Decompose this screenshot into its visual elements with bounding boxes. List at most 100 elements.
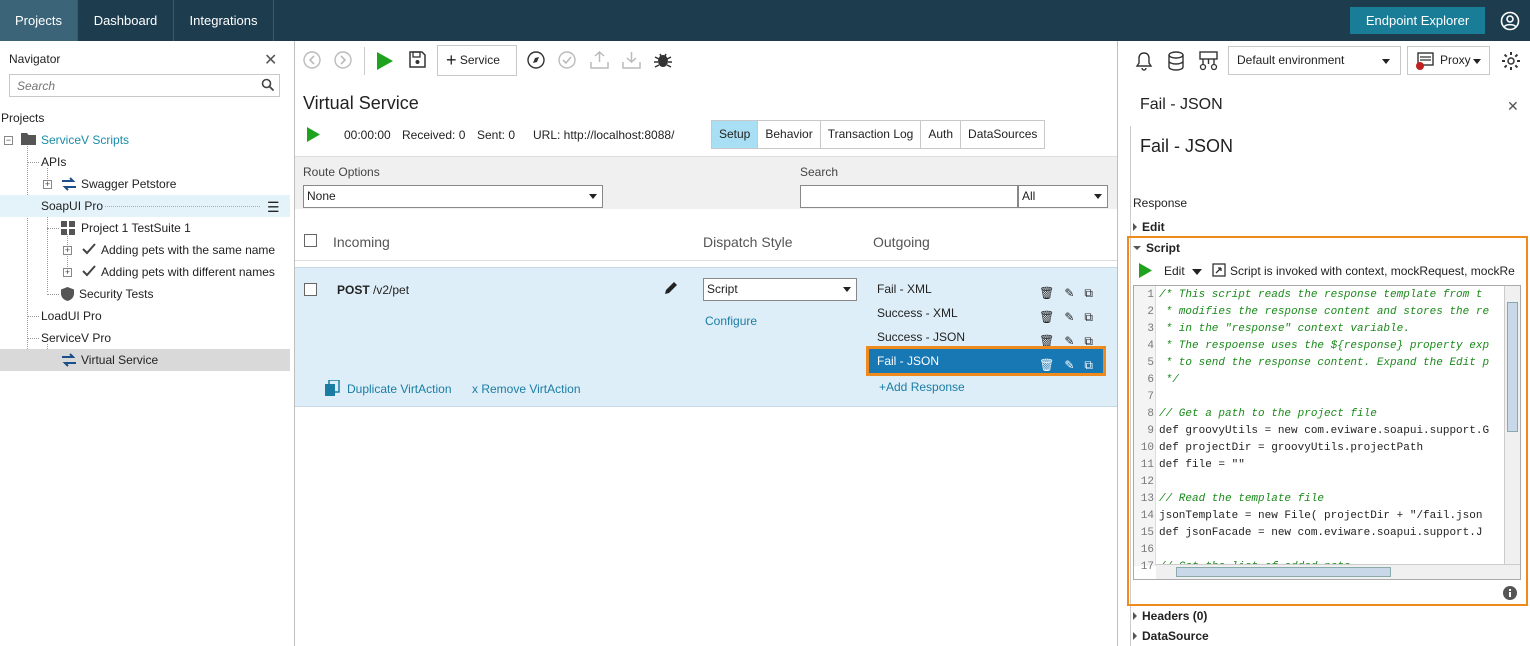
sent-count: Sent: 0 xyxy=(477,128,516,142)
info-icon[interactable] xyxy=(1503,586,1517,600)
horizontal-scrollbar[interactable] xyxy=(1156,564,1520,579)
search-input[interactable] xyxy=(10,75,240,96)
datasource-section-label: DataSource xyxy=(1142,629,1209,643)
close-icon[interactable]: ✕ xyxy=(1507,98,1519,115)
chevron-right-icon xyxy=(1133,632,1137,640)
download-icon[interactable] xyxy=(622,51,641,69)
select-all-checkbox[interactable] xyxy=(304,234,317,247)
tree-item-soapui-pro[interactable]: SoapUI Pro xyxy=(41,199,103,213)
response-item-selected[interactable]: Fail - JSON 🗑 ✎ ⧉ xyxy=(866,346,1106,376)
expand-toggle[interactable]: + xyxy=(63,246,72,255)
tree-item-testcase-same[interactable]: Adding pets with the same name xyxy=(101,243,275,257)
check-circle-icon[interactable] xyxy=(558,51,576,69)
search-icon[interactable] xyxy=(261,78,275,92)
back-icon[interactable] xyxy=(303,51,321,69)
script-section-label: Script xyxy=(1146,241,1181,255)
code-line: * The respoense uses the ${response} pro… xyxy=(1159,340,1490,352)
tab-datasources[interactable]: DataSources xyxy=(961,121,1044,148)
response-item[interactable]: Success - XML 🗑 ✎ ⧉ xyxy=(869,301,1103,325)
edit-menu[interactable]: Edit xyxy=(1164,264,1203,278)
nav-integrations[interactable]: Integrations xyxy=(174,0,274,41)
response-item[interactable]: Fail - XML 🗑 ✎ ⧉ xyxy=(869,277,1103,301)
edit-icon[interactable]: ✎ xyxy=(1064,353,1074,377)
code-line: // Get a path to the project file xyxy=(1159,408,1377,420)
line-number: 15 xyxy=(1140,527,1154,539)
collapse-toggle[interactable]: − xyxy=(4,136,13,145)
script-section-toggle[interactable]: Script xyxy=(1133,241,1180,255)
scrollbar-thumb[interactable] xyxy=(1507,302,1518,432)
forward-icon[interactable] xyxy=(334,51,352,69)
response-label: Fail - XML xyxy=(877,282,932,296)
copy-icon[interactable]: ⧉ xyxy=(1084,353,1093,377)
line-number: 1 xyxy=(1147,289,1154,301)
route-options-select[interactable]: None xyxy=(303,185,603,208)
table-header: Incoming Dispatch Style Outgoing xyxy=(295,221,1117,261)
line-number: 11 xyxy=(1140,459,1154,471)
trash-icon[interactable]: 🗑 xyxy=(1039,353,1054,377)
script-editor[interactable]: 1 /* This script reads the response templ… xyxy=(1133,285,1521,580)
save-icon[interactable] xyxy=(409,51,426,68)
datasource-section-toggle[interactable]: DataSource xyxy=(1133,629,1209,643)
user-icon[interactable] xyxy=(1500,11,1520,31)
edit-section-toggle[interactable]: Edit xyxy=(1133,220,1165,234)
code-line: * in the "response" context variable. xyxy=(1159,323,1410,335)
tab-transaction-log[interactable]: Transaction Log xyxy=(821,121,922,148)
scrollbar-thumb[interactable] xyxy=(1176,567,1391,577)
nav-dashboard[interactable]: Dashboard xyxy=(78,0,174,41)
tree-item-servicev-scripts[interactable]: ServiceV Scripts xyxy=(41,133,129,147)
row-checkbox[interactable] xyxy=(304,283,317,296)
run-icon[interactable] xyxy=(377,52,393,70)
add-response-link[interactable]: +Add Response xyxy=(879,380,965,394)
chevron-down-icon xyxy=(589,194,597,199)
tab-auth[interactable]: Auth xyxy=(921,121,962,148)
response-item[interactable]: Success - JSON 🗑 ✎ ⧉ xyxy=(869,325,1103,349)
tree-item-servicev-pro[interactable]: ServiceV Pro xyxy=(41,331,111,345)
route-options-label: Route Options xyxy=(303,165,380,179)
search-field[interactable] xyxy=(800,185,1018,208)
virtual-service-icon xyxy=(62,353,76,367)
remove-virtaction-link[interactable]: x Remove VirtAction xyxy=(472,382,581,396)
api-swap-icon xyxy=(62,177,76,191)
run-script-icon[interactable] xyxy=(1139,263,1152,278)
code-line: def jsonFacade = new com.eviware.soapui.… xyxy=(1159,527,1483,539)
received-count: Received: 0 xyxy=(402,128,466,142)
bug-icon[interactable] xyxy=(653,51,673,69)
add-service-button[interactable]: + Service xyxy=(437,45,517,76)
tree-item-loadui-pro[interactable]: LoadUI Pro xyxy=(41,309,102,323)
expand-toggle[interactable]: + xyxy=(63,268,72,277)
column-incoming: Incoming xyxy=(333,234,390,250)
chevron-down-icon xyxy=(843,287,851,292)
code-line: * to send the response content. Expand t… xyxy=(1159,357,1490,369)
duplicate-virtaction-link[interactable]: Duplicate VirtAction xyxy=(347,382,452,396)
tree-item-security-tests[interactable]: Security Tests xyxy=(79,287,153,301)
tree-item-virtual-service[interactable]: Virtual Service xyxy=(81,353,158,367)
headers-section-toggle[interactable]: Headers (0) xyxy=(1133,609,1207,623)
tree-item-swagger-petstore[interactable]: Swagger Petstore xyxy=(81,177,176,191)
line-number: 3 xyxy=(1147,323,1154,335)
vertical-scrollbar[interactable] xyxy=(1504,286,1520,566)
compass-icon[interactable] xyxy=(527,51,545,69)
search-scope-select[interactable]: All xyxy=(1018,185,1108,208)
tree-item-apis[interactable]: APIs xyxy=(41,155,66,169)
edit-icon[interactable] xyxy=(663,280,679,296)
dispatch-style-select[interactable]: Script xyxy=(703,278,857,301)
nav-projects[interactable]: Projects xyxy=(0,0,78,41)
menu-icon[interactable]: ☰ xyxy=(267,199,280,216)
close-icon[interactable]: ✕ xyxy=(264,50,277,70)
upload-icon[interactable] xyxy=(590,51,609,69)
resource-path: /v2/pet xyxy=(373,283,410,297)
tree-item-testcase-different[interactable]: Adding pets with different names xyxy=(101,265,275,279)
run-service-icon[interactable] xyxy=(307,127,320,142)
configure-link[interactable]: Configure xyxy=(705,314,757,328)
tab-behavior[interactable]: Behavior xyxy=(758,121,821,148)
code-line: jsonTemplate = new File( projectDir + "/… xyxy=(1159,510,1483,522)
expand-toggle[interactable]: + xyxy=(43,180,52,189)
projects-label: Projects xyxy=(1,111,45,125)
check-icon xyxy=(82,243,96,255)
line-number: 10 xyxy=(1140,442,1154,454)
tree-item-testsuite[interactable]: Project 1 TestSuite 1 xyxy=(81,221,191,235)
endpoint-explorer-button[interactable]: Endpoint Explorer xyxy=(1350,7,1485,34)
search-label: Search xyxy=(800,165,839,179)
tab-setup[interactable]: Setup xyxy=(712,121,759,148)
service-url: URL: http://localhost:8088/ xyxy=(533,128,675,142)
